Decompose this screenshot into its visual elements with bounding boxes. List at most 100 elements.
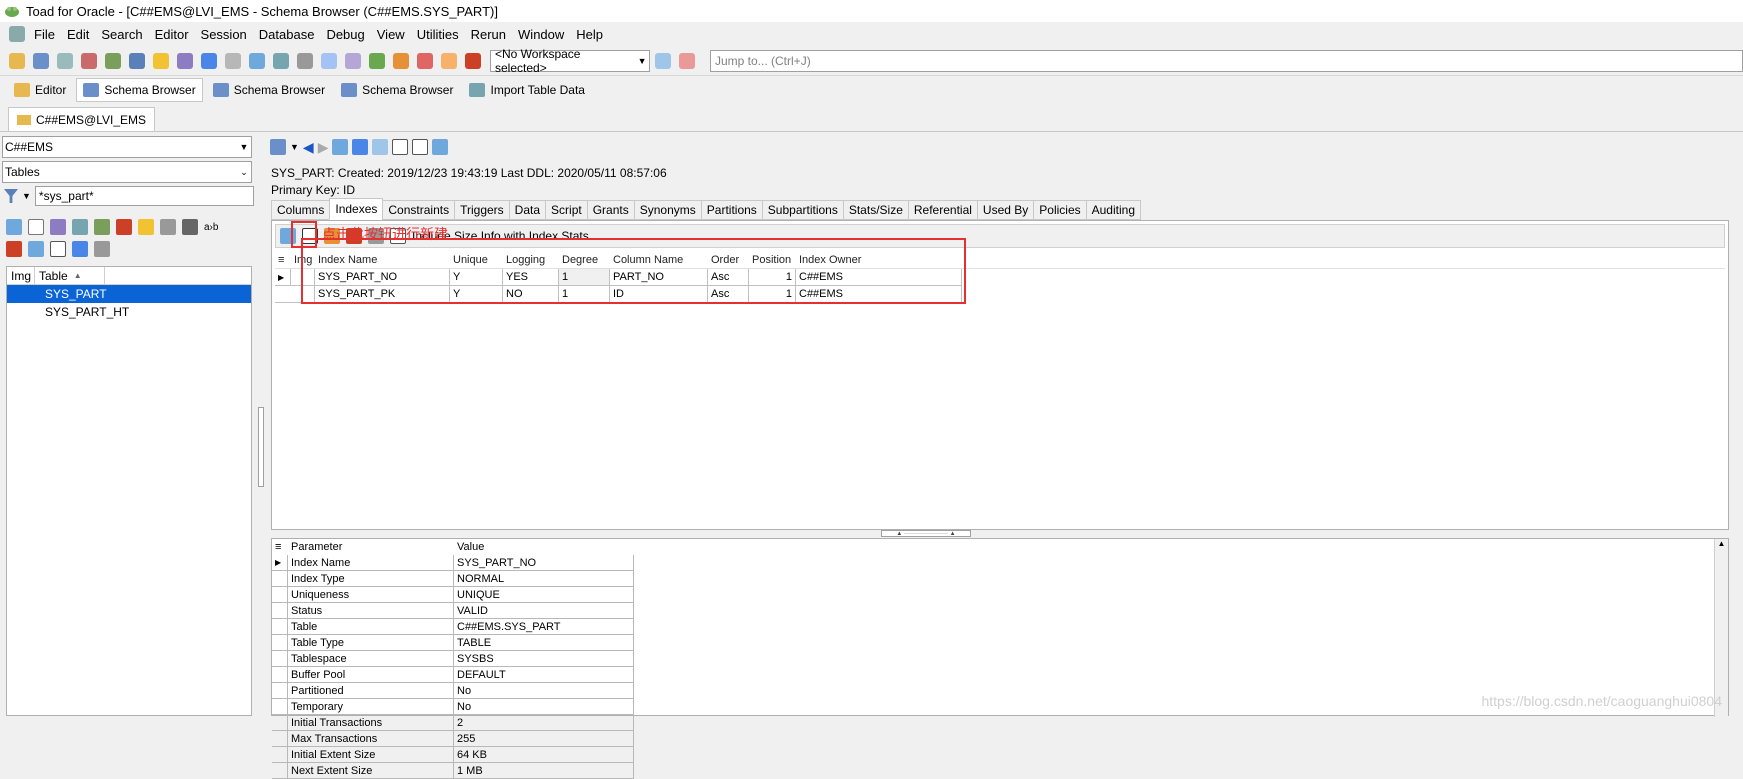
back-arrow-icon[interactable]: ◀ (303, 139, 314, 156)
compile-icon[interactable] (28, 241, 44, 257)
refresh-icon[interactable] (332, 139, 349, 155)
schema-browser-icon[interactable] (30, 50, 52, 72)
workspace-select[interactable]: <No Workspace selected> ▼ (490, 47, 650, 75)
tab-policies[interactable]: Policies (1033, 200, 1087, 220)
rename-icon[interactable]: a›b (204, 222, 218, 233)
workspace-add-icon[interactable] (652, 50, 674, 72)
list-item[interactable]: Index Type NORMAL (272, 571, 1728, 587)
col-value[interactable]: Value (454, 539, 634, 555)
object-type-select[interactable]: Tables ⌄ (2, 161, 252, 183)
tab-triggers[interactable]: Triggers (454, 200, 510, 220)
filter-input[interactable]: *sys_part* (34, 186, 254, 206)
star-icon[interactable] (138, 219, 154, 235)
filter-icon[interactable] (4, 189, 18, 203)
list-item[interactable]: Table C##EMS.SYS_PART (272, 619, 1728, 635)
import-icon[interactable] (390, 50, 412, 72)
tab-referential[interactable]: Referential (907, 200, 978, 220)
menu-window[interactable]: Window (512, 27, 570, 42)
splitter-handle[interactable]: ▲ ······················ ▲ (881, 530, 971, 537)
menu-utilities[interactable]: Utilities (411, 27, 465, 42)
grid-menu-icon[interactable]: ≡ (275, 251, 291, 268)
tab-schema-browser-2[interactable]: Schema Browser (207, 78, 331, 102)
copy-icon[interactable] (72, 219, 88, 235)
sql-icon[interactable] (94, 219, 110, 235)
chevron-down-icon[interactable]: ▼ (22, 191, 31, 201)
session-browser-icon[interactable] (174, 50, 196, 72)
connection-tab[interactable]: C##EMS@LVI_EMS (8, 107, 155, 131)
grid-icon[interactable] (270, 50, 292, 72)
tools-icon[interactable] (94, 241, 110, 257)
tab-schema-browser-3[interactable]: Schema Browser (335, 78, 459, 102)
tab-schema-browser-1[interactable]: Schema Browser (76, 78, 203, 102)
tab-auditing[interactable]: Auditing (1085, 200, 1141, 220)
workspace-remove-icon[interactable] (676, 50, 698, 72)
tab-constraints[interactable]: Constraints (382, 200, 456, 220)
query-icon[interactable] (126, 50, 148, 72)
report-icon[interactable] (222, 50, 244, 72)
menu-file[interactable]: File (28, 27, 61, 42)
list-item[interactable]: Next Extent Size 1 MB (272, 763, 1728, 779)
refresh-selected-icon[interactable] (372, 139, 389, 155)
play-icon[interactable] (366, 50, 388, 72)
scroll-up-icon[interactable]: ▲ (1715, 539, 1728, 548)
grid-menu-icon[interactable]: ≡ (272, 539, 288, 555)
cube-icon[interactable] (198, 50, 220, 72)
window-icon[interactable] (246, 50, 268, 72)
menu-view[interactable]: View (371, 27, 411, 42)
list-item[interactable]: Uniqueness UNIQUE (272, 587, 1728, 603)
jump-to-input[interactable]: Jump to... (Ctrl+J) (710, 49, 1743, 72)
edit-icon[interactable] (50, 219, 66, 235)
drop-icon[interactable] (116, 219, 132, 235)
truncate-icon[interactable] (6, 241, 22, 257)
splitter-handle[interactable] (258, 407, 264, 487)
vertical-scrollbar[interactable]: ▲ (1714, 539, 1728, 717)
table-row[interactable]: SYS_PART (7, 285, 251, 303)
col-img[interactable]: Img (7, 267, 35, 284)
menu-edit[interactable]: Edit (61, 27, 95, 42)
tab-partitions[interactable]: Partitions (700, 200, 763, 220)
forward-arrow-icon[interactable]: ▶ (318, 139, 329, 156)
col-parameter[interactable]: Parameter (288, 539, 454, 555)
tab-editor[interactable]: Editor (8, 78, 72, 102)
new-icon[interactable] (28, 219, 44, 235)
list-item[interactable]: Initial Transactions 2 (272, 715, 1728, 731)
sql-modeler-icon[interactable] (54, 50, 76, 72)
tab-grants[interactable]: Grants (586, 200, 635, 220)
col-table[interactable]: Table ▲ (35, 267, 105, 284)
columns-icon[interactable] (412, 139, 429, 155)
menu-app-icon[interactable] (6, 23, 28, 45)
tab-used-by[interactable]: Used By (976, 200, 1035, 220)
menu-editor[interactable]: Editor (149, 27, 195, 42)
tab-subpartitions[interactable]: Subpartitions (761, 200, 844, 220)
close-x-icon[interactable] (462, 50, 484, 72)
stats-icon[interactable] (160, 219, 176, 235)
horizontal-splitter[interactable]: ▲ ······················ ▲ (271, 530, 1729, 538)
sql-icon[interactable] (102, 50, 124, 72)
export-icon[interactable] (414, 50, 436, 72)
menu-rerun[interactable]: Rerun (465, 27, 512, 42)
chevron-down-icon[interactable]: ▼ (290, 142, 299, 152)
list-item[interactable]: Status VALID (272, 603, 1728, 619)
list-item[interactable]: Buffer Pool DEFAULT (272, 667, 1728, 683)
options-icon[interactable] (432, 139, 449, 155)
menu-database[interactable]: Database (253, 27, 321, 42)
star-icon[interactable] (438, 50, 460, 72)
tab-import-table-data[interactable]: Import Table Data (463, 78, 591, 102)
tab-stats-size[interactable]: Stats/Size (842, 200, 909, 220)
menu-search[interactable]: Search (95, 27, 148, 42)
filter-icon[interactable] (50, 241, 66, 257)
list-item[interactable]: Table Type TABLE (272, 635, 1728, 651)
tab-indexes[interactable]: Indexes (329, 198, 384, 220)
profiler-icon[interactable] (342, 50, 364, 72)
tab-data[interactable]: Data (508, 200, 547, 220)
lightning-icon[interactable] (150, 50, 172, 72)
chart-icon[interactable] (78, 50, 100, 72)
tab-synonyms[interactable]: Synonyms (633, 200, 702, 220)
new-editor-icon[interactable] (6, 50, 28, 72)
list-item[interactable]: Tablespace SYSBS (272, 651, 1728, 667)
calculator-icon[interactable] (182, 219, 198, 235)
pl-sql-icon[interactable] (318, 50, 340, 72)
refresh-all-icon[interactable] (352, 139, 369, 155)
analyze-icon[interactable] (72, 241, 88, 257)
filter-icon[interactable] (392, 139, 409, 155)
